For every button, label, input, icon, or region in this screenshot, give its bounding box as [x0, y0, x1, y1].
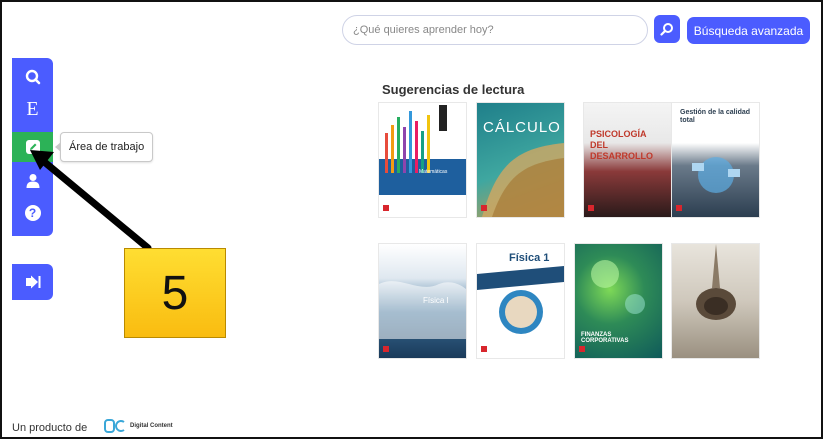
footer-logo[interactable]: Digital Content [104, 419, 173, 433]
app-frame: Búsqueda avanzada E ? [0, 0, 823, 439]
step-number: 5 [161, 266, 189, 320]
book-cover-psicologia[interactable]: PSICOLOGÍA DEL DESARROLLO [584, 103, 671, 217]
dc-logo-icon [104, 419, 125, 433]
publisher-logo [676, 205, 682, 211]
publisher-logo [481, 346, 487, 352]
book-cover-gestion[interactable]: Gestión de la calidad total [672, 103, 759, 217]
publisher-logo [481, 205, 487, 211]
book-cover-nest[interactable] [672, 244, 759, 358]
book-cover-finanzas[interactable]: FINANZAS CORPORATIVAS [575, 244, 662, 358]
book-art [379, 105, 466, 195]
book-art [696, 244, 736, 320]
step-number-badge: 5 [124, 248, 226, 338]
book-cover-matematicas[interactable]: Matemáticas [379, 103, 466, 217]
annotation-arrow [30, 150, 152, 252]
book-cover-fisica-i[interactable]: Física I [379, 244, 466, 358]
footer-text: Un producto de [12, 422, 88, 434]
publisher-logo [588, 205, 594, 211]
publisher-logo [383, 346, 389, 352]
suggestions-title: Sugerencias de lectura [382, 82, 525, 97]
publisher-logo [579, 346, 585, 352]
book-cover-calculo[interactable]: CÁLCULO [477, 103, 564, 217]
book-cover-fisica-1[interactable]: Física 1 [477, 244, 564, 358]
publisher-logo [383, 205, 389, 211]
footer-brand: Digital Content [130, 422, 173, 429]
